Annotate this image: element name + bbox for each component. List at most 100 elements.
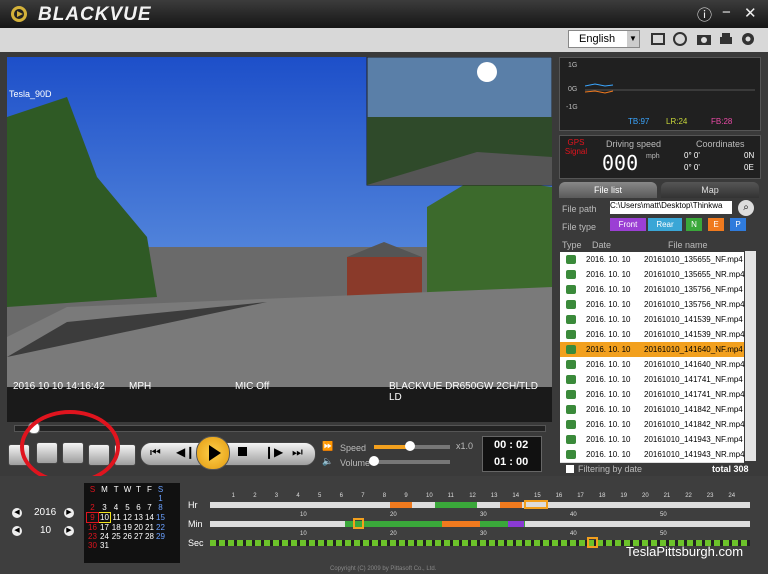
- second-cursor[interactable]: [587, 537, 598, 548]
- calendar-day[interactable]: 24: [99, 532, 111, 541]
- file-date: 2016. 10. 10: [586, 315, 631, 324]
- file-row[interactable]: 2016. 10. 10 20161010_141640_NR.mp4: [560, 357, 745, 373]
- stop-icon[interactable]: [238, 447, 247, 456]
- calendar-day[interactable]: 21: [144, 523, 155, 533]
- video-file-icon: [566, 285, 576, 294]
- video-player[interactable]: Tesla_90D 2016 10 10 14:16:42 MPH MIC Of…: [7, 57, 552, 422]
- close-icon[interactable]: ✕: [744, 4, 757, 22]
- video-model: BLACKVUE DR650GW 2CH/TLD LD: [389, 381, 538, 403]
- filter-front-button[interactable]: Front: [610, 218, 646, 231]
- calendar-day[interactable]: 7: [144, 503, 155, 513]
- file-row[interactable]: 2016. 10. 10 20161010_141842_NR.mp4: [560, 417, 745, 433]
- calendar-day: [133, 494, 144, 503]
- calendar-day[interactable]: 19: [122, 523, 133, 533]
- month-prev-icon[interactable]: ◀: [12, 526, 22, 536]
- file-row[interactable]: 2016. 10. 10 20161010_141842_NF.mp4: [560, 402, 744, 418]
- calendar-day[interactable]: 25: [111, 532, 123, 541]
- camera-icon[interactable]: [696, 31, 712, 47]
- g-label-top: 1G: [568, 62, 578, 69]
- filter-date-checkbox[interactable]: [566, 465, 574, 473]
- time-total: 01 : 00: [494, 456, 529, 468]
- file-row[interactable]: 2016. 10. 10 20161010_135655_NR.mp4: [560, 267, 745, 283]
- calendar-day[interactable]: 28: [144, 532, 155, 541]
- tab-map[interactable]: Map: [661, 182, 759, 198]
- calendar-day[interactable]: 5: [122, 503, 133, 513]
- file-row[interactable]: 2016. 10. 10 20161010_141640_NF.mp4: [560, 342, 744, 358]
- calendar-day[interactable]: 14: [144, 513, 155, 523]
- fast-forward-icon: ⏩: [322, 441, 334, 451]
- tab-file-list[interactable]: File list: [559, 182, 657, 198]
- calendar-day[interactable]: 10: [98, 512, 111, 523]
- calendar-day[interactable]: 15: [155, 513, 166, 523]
- file-row[interactable]: 2016. 10. 10 20161010_141539_NF.mp4: [560, 312, 744, 328]
- calendar-day[interactable]: 12: [122, 513, 133, 523]
- column-file-name[interactable]: File name: [668, 240, 708, 250]
- calendar-day[interactable]: 11: [111, 513, 123, 523]
- search-icon[interactable]: ⌕: [738, 200, 754, 216]
- day-header: S: [157, 485, 164, 494]
- skip-forward-icon[interactable]: ⏭: [292, 445, 303, 460]
- calendar-day[interactable]: 4: [111, 503, 123, 513]
- file-row[interactable]: 2016. 10. 10 20161010_135756_NR.mp4: [560, 297, 745, 313]
- file-row[interactable]: 2016. 10. 10 20161010_141539_NR.mp4: [560, 327, 745, 343]
- play-button[interactable]: [196, 436, 230, 470]
- filter-e-button[interactable]: E: [708, 218, 724, 231]
- video-file-icon: [566, 450, 576, 459]
- file-path-input[interactable]: C:\Users\matt\Desktop\Thinkwa: [610, 201, 732, 214]
- calendar-day[interactable]: 8: [155, 503, 166, 513]
- step-back-icon[interactable]: ◀❙: [176, 445, 195, 459]
- file-list-scrollbar[interactable]: [745, 251, 756, 461]
- volume-slider[interactable]: [374, 460, 450, 464]
- calendar-day: [155, 541, 166, 550]
- minimize-icon[interactable]: −: [722, 4, 731, 21]
- file-row[interactable]: 2016. 10. 10 20161010_141741_NR.mp4: [560, 387, 745, 403]
- calendar-day[interactable]: 16: [87, 523, 99, 532]
- video-label: Tesla_90D: [9, 89, 52, 99]
- volume-handle[interactable]: [369, 456, 379, 466]
- year-prev-icon[interactable]: ◀: [12, 508, 22, 518]
- year-next-icon[interactable]: ▶: [64, 508, 74, 518]
- file-row[interactable]: 2016. 10. 10 20161010_141741_NF.mp4: [560, 372, 744, 388]
- calendar-day[interactable]: 17: [99, 523, 111, 532]
- calendar-day[interactable]: 30: [87, 541, 99, 550]
- hour-timeline[interactable]: [210, 502, 750, 508]
- hour-cursor[interactable]: [524, 500, 548, 509]
- file-row[interactable]: 2016. 10. 10 20161010_141943_NF.mp4: [560, 432, 744, 448]
- calendar-day[interactable]: 18: [111, 523, 123, 533]
- language-select[interactable]: English ▼: [568, 30, 640, 48]
- file-name: 20161010_141943_NF.mp4: [644, 435, 743, 444]
- month-next-icon[interactable]: ▶: [64, 526, 74, 536]
- skip-back-icon[interactable]: ⏮: [150, 445, 161, 460]
- printer-icon[interactable]: [718, 31, 734, 47]
- calendar-day[interactable]: 27: [133, 532, 144, 541]
- calendar-day[interactable]: 26: [122, 532, 133, 541]
- calendar-day[interactable]: 13: [133, 513, 144, 523]
- column-date[interactable]: Date: [592, 240, 611, 250]
- filter-rear-button[interactable]: Rear: [648, 218, 682, 231]
- video-file-icon: [566, 255, 576, 264]
- calendar-day[interactable]: 9: [86, 512, 99, 523]
- calendar-day[interactable]: 3: [99, 503, 111, 513]
- calendar-day[interactable]: 2: [87, 503, 99, 513]
- minute-segment: [345, 521, 525, 527]
- filter-p-button[interactable]: P: [730, 218, 746, 231]
- file-row[interactable]: 2016. 10. 10 20161010_135655_NF.mp4: [560, 252, 744, 268]
- minute-cursor[interactable]: [353, 518, 364, 529]
- speed-handle[interactable]: [405, 441, 415, 451]
- column-type[interactable]: Type: [562, 240, 582, 250]
- calendar-day[interactable]: 29: [155, 532, 166, 541]
- calendar-day[interactable]: 1: [155, 494, 166, 503]
- calendar-day[interactable]: 22: [155, 523, 166, 533]
- open-folder-icon[interactable]: [650, 31, 666, 47]
- info-icon[interactable]: ⓘ: [697, 4, 712, 25]
- step-forward-icon[interactable]: ❙▶: [264, 445, 283, 459]
- calendar-day[interactable]: 31: [99, 541, 111, 550]
- file-row[interactable]: 2016. 10. 10 20161010_135756_NF.mp4: [560, 282, 744, 298]
- calendar-day[interactable]: 23: [87, 532, 99, 541]
- file-row[interactable]: 2016. 10. 10 20161010_141943_NR.mp4: [560, 447, 745, 463]
- settings-gear-icon[interactable]: [740, 31, 756, 47]
- calendar-day[interactable]: 20: [133, 523, 144, 533]
- calendar-day[interactable]: 6: [133, 503, 144, 513]
- cloud-icon[interactable]: [672, 31, 688, 47]
- filter-n-button[interactable]: N: [686, 218, 702, 231]
